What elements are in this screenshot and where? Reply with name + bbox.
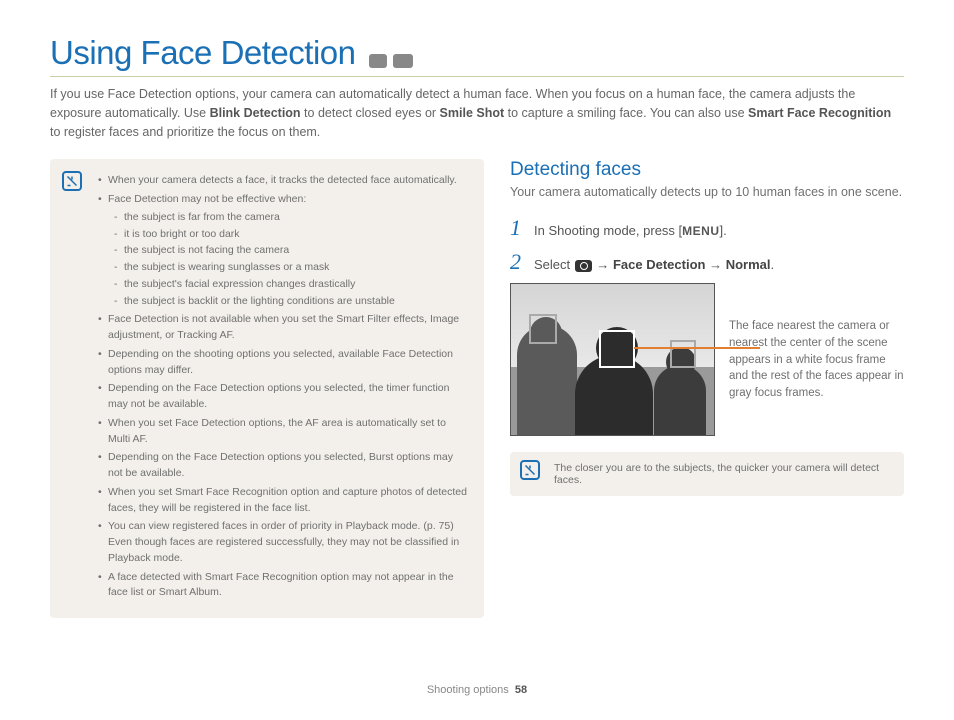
step-1: 1 In Shooting mode, press [MENU].	[510, 215, 904, 241]
note-subitem: the subject is far from the camera	[114, 210, 468, 226]
focus-frame-gray	[670, 340, 696, 368]
footer-page-number: 58	[515, 684, 527, 696]
tip-text: The closer you are to the subjects, the …	[554, 462, 879, 486]
intro-text-4: to register faces and prioritize the foc…	[50, 125, 320, 139]
note-subitem: the subject is not facing the camera	[114, 243, 468, 259]
tip-box: The closer you are to the subjects, the …	[510, 452, 904, 496]
mode-icons	[368, 52, 414, 68]
scene-mode-icon	[393, 54, 413, 68]
step-2-arrow-1: →	[593, 257, 613, 272]
example-figure	[510, 283, 715, 436]
title-rule	[50, 76, 904, 77]
intro-text-3: to capture a smiling face. You can also …	[504, 106, 748, 120]
note-subitem: it is too bright or too dark	[114, 227, 468, 243]
note-item: When you set Face Detection options, the…	[98, 416, 468, 448]
intro-paragraph: If you use Face Detection options, your …	[50, 85, 904, 141]
note-subitem: the subject is backlit or the lighting c…	[114, 294, 468, 310]
focus-frame-white	[599, 330, 635, 368]
note-item: Face Detection may not be effective when…	[98, 192, 468, 309]
page-title: Using Face Detection	[50, 34, 355, 72]
note-icon	[520, 460, 540, 480]
menu-button-label: MENU	[682, 224, 719, 238]
callout-leader-line	[634, 347, 760, 349]
section-heading: Detecting faces	[510, 159, 904, 181]
step-2-normal: Normal	[726, 257, 771, 272]
note-icon	[62, 171, 82, 191]
page-footer: Shooting options 58	[0, 684, 954, 696]
notes-box: When your camera detects a face, it trac…	[50, 159, 484, 618]
step-2: 2 Select → Face Detection → Normal.	[510, 249, 904, 275]
note-item: When you set Smart Face Recognition opti…	[98, 485, 468, 517]
intro-bold-1: Blink Detection	[210, 106, 301, 120]
camera-mode-icon	[369, 54, 387, 68]
intro-bold-3: Smart Face Recognition	[748, 106, 891, 120]
section-desc: Your camera automatically detects up to …	[510, 183, 904, 201]
step-number: 1	[510, 215, 528, 241]
note-subitem: the subject's facial expression changes …	[114, 277, 468, 293]
focus-frame-gray	[529, 314, 557, 344]
step-1-text-a: In Shooting mode, press [	[534, 223, 682, 238]
note-item: A face detected with Smart Face Recognit…	[98, 570, 468, 602]
step-2-face-detection: Face Detection	[613, 257, 705, 272]
note-subitem: the subject is wearing sunglasses or a m…	[114, 260, 468, 276]
note-item: Depending on the Face Detection options …	[98, 381, 468, 413]
note-item-text: Face Detection may not be effective when…	[108, 193, 306, 205]
note-item: When your camera detects a face, it trac…	[98, 173, 468, 189]
note-item: Depending on the shooting options you se…	[98, 347, 468, 379]
footer-section: Shooting options	[427, 684, 509, 696]
step-2-text-a: Select	[534, 257, 574, 272]
figure-callout: The face nearest the camera or nearest t…	[729, 318, 904, 401]
note-item: You can view registered faces in order o…	[98, 519, 468, 566]
intro-text-2: to detect closed eyes or	[301, 106, 440, 120]
step-1-text-b: ].	[720, 223, 727, 238]
note-item: Face Detection is not available when you…	[98, 312, 468, 344]
note-item: Depending on the Face Detection options …	[98, 450, 468, 482]
step-number: 2	[510, 249, 528, 275]
step-2-arrow-2: →	[705, 257, 725, 272]
camera-settings-icon	[575, 260, 592, 272]
intro-bold-2: Smile Shot	[440, 106, 505, 120]
step-2-period: .	[771, 257, 775, 272]
